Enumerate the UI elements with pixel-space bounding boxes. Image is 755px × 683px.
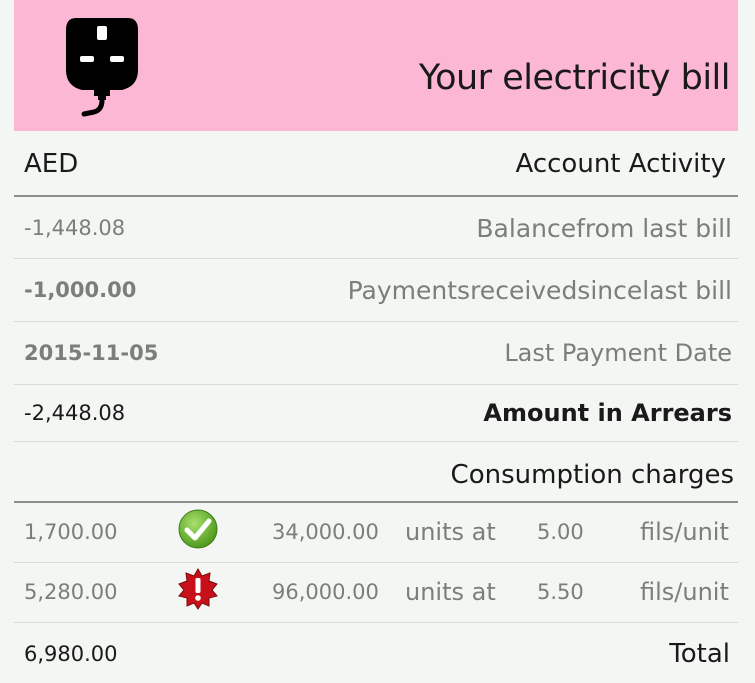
account-row-payments: -1,000.00 Paymentsreceivedsincelast bill xyxy=(14,259,738,321)
charge-amount: 1,700.00 xyxy=(24,520,118,544)
units-value: 96,000.00 xyxy=(272,580,379,604)
rate-value: 5.50 xyxy=(537,580,584,604)
divider xyxy=(14,195,738,197)
units-at-label: units at xyxy=(405,518,496,546)
payments-label: Paymentsreceivedsincelast bill xyxy=(347,275,732,305)
account-row-last-payment: 2015-11-05 Last Payment Date xyxy=(14,322,738,384)
units-value: 34,000.00 xyxy=(272,520,379,544)
check-icon xyxy=(178,509,218,549)
consumption-header: Consumption charges xyxy=(14,450,738,500)
arrears-value: -2,448.08 xyxy=(24,401,126,425)
alert-icon xyxy=(178,568,218,610)
bill-header: Your electricity bill xyxy=(14,0,738,131)
divider xyxy=(14,562,738,563)
charge-amount: 5,280.00 xyxy=(24,580,118,604)
rate-value: 5.00 xyxy=(537,520,584,544)
section-title-account-activity: Account Activity xyxy=(515,149,726,179)
rate-unit-label: fils/unit xyxy=(640,578,729,606)
account-row-balance: -1,448.08 Balancefrom last bill xyxy=(14,198,738,258)
total-value: 6,980.00 xyxy=(24,642,118,666)
balance-value: -1,448.08 xyxy=(24,216,126,240)
currency-label: AED xyxy=(24,149,79,179)
arrears-label: Amount in Arrears xyxy=(483,399,732,427)
payments-value: -1,000.00 xyxy=(24,278,137,302)
total-row: 6,980.00 Total xyxy=(14,626,738,682)
account-activity-header: AED Account Activity xyxy=(14,138,738,190)
plug-icon xyxy=(66,18,138,117)
total-label: Total xyxy=(669,639,730,669)
divider xyxy=(14,441,738,442)
units-at-label: units at xyxy=(405,578,496,606)
divider xyxy=(14,501,738,503)
page-title: Your electricity bill xyxy=(418,58,731,98)
divider xyxy=(14,622,738,623)
section-title-consumption: Consumption charges xyxy=(450,460,734,490)
last-payment-date-label: Last Payment Date xyxy=(504,339,732,367)
account-row-arrears: -2,448.08 Amount in Arrears xyxy=(14,385,738,441)
balance-label: Balancefrom last bill xyxy=(476,213,732,243)
rate-unit-label: fils/unit xyxy=(640,518,729,546)
last-payment-date-value: 2015-11-05 xyxy=(24,341,159,365)
